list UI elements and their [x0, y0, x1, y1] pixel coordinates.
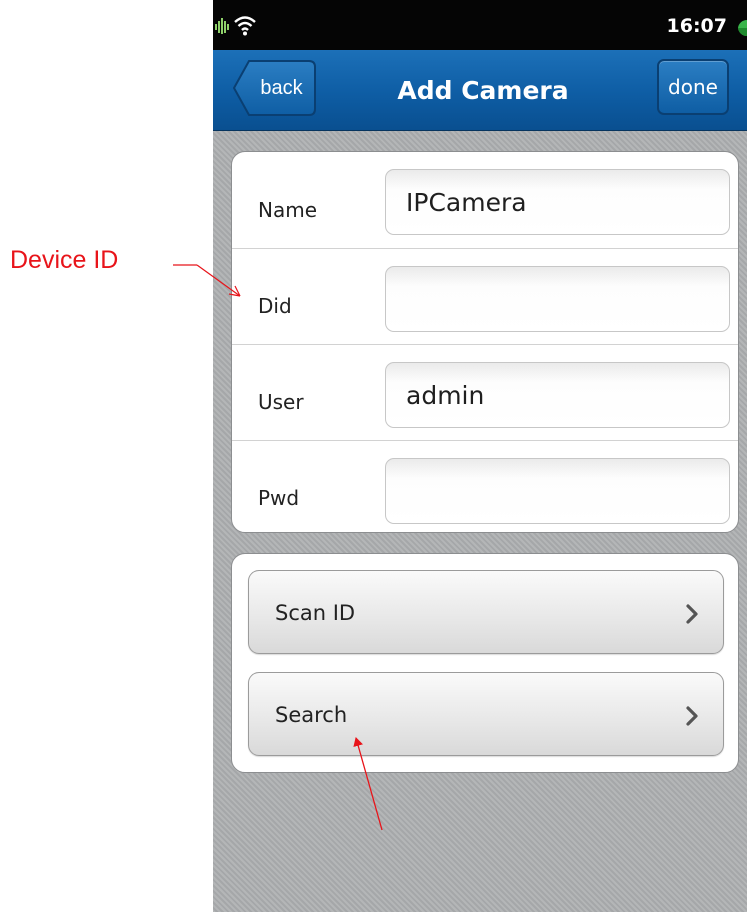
form-row-did: Did: [232, 248, 738, 345]
page-title: Add Camera: [397, 76, 569, 105]
back-button-label: back: [260, 77, 303, 99]
back-button[interactable]: back: [233, 60, 316, 116]
pwd-label: Pwd: [258, 486, 300, 510]
pwd-input[interactable]: [385, 458, 730, 524]
navigation-bar: back Add Camera done: [213, 50, 747, 131]
chevron-right-icon: [686, 706, 698, 726]
did-input[interactable]: [385, 266, 730, 332]
form-row-pwd: Pwd: [232, 440, 738, 536]
camera-form: Name Did User Pwd: [231, 151, 739, 533]
phone-screen: 16:07 back Add Camera done Name IPCamera…: [213, 0, 747, 912]
search-button[interactable]: Search: [248, 672, 724, 756]
user-input[interactable]: [385, 362, 730, 428]
wifi-icon: [234, 16, 256, 36]
device-id-callout: Device ID: [10, 246, 119, 274]
done-button[interactable]: done: [657, 59, 729, 115]
actions-group: Scan ID Search: [231, 553, 739, 773]
did-label: Did: [258, 294, 292, 318]
scan-id-button[interactable]: Scan ID: [248, 570, 724, 654]
scan-id-label: Scan ID: [275, 601, 356, 625]
form-row-name: Name: [232, 152, 738, 249]
chevron-right-icon: [686, 604, 698, 624]
search-label: Search: [275, 703, 348, 727]
form-row-user: User: [232, 344, 738, 441]
name-label: Name: [258, 198, 318, 222]
content-area: Name Did User Pwd Scan ID: [213, 131, 747, 912]
signal-icon: [215, 18, 229, 34]
battery-icon: [738, 20, 747, 36]
user-label: User: [258, 390, 304, 414]
status-time: 16:07: [666, 15, 727, 37]
name-input[interactable]: [385, 169, 730, 235]
status-bar: 16:07: [213, 0, 747, 50]
